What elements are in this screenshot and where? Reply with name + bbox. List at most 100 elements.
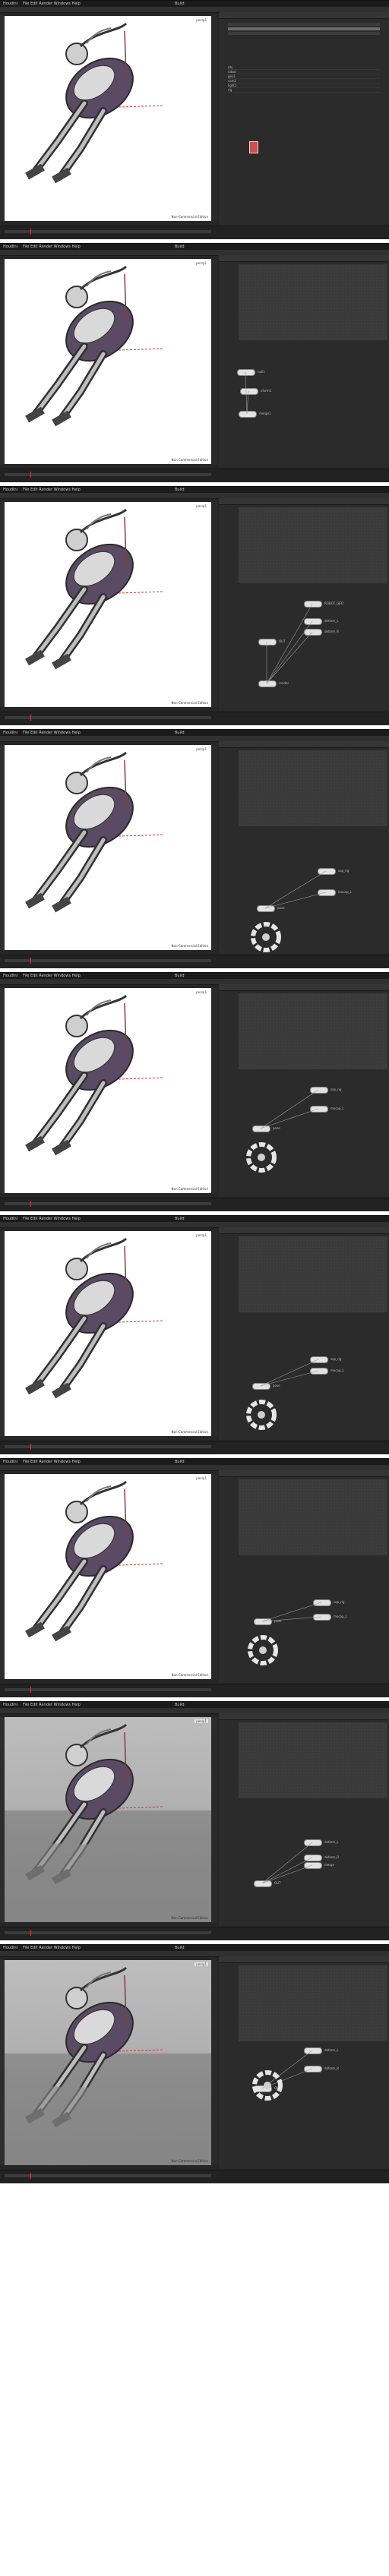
radial-menu-icon[interactable] [251, 922, 281, 952]
time-cursor[interactable] [30, 1930, 31, 1936]
network-node[interactable]: merge [304, 1862, 334, 1869]
network-editor[interactable]: sop_rig mocap_L pose [219, 741, 389, 954]
panel-tabs[interactable] [219, 1956, 389, 1963]
network-node[interactable]: sop_rig [310, 1087, 341, 1094]
network-editor[interactable]: sop_rig mocap_L pose [219, 1470, 389, 1683]
playbar[interactable] [0, 1198, 389, 1211]
main-menu[interactable]: File Edit Render Windows Help [23, 1459, 81, 1465]
pane-menu-item[interactable] [228, 27, 380, 30]
parameter-pane[interactable] [239, 264, 387, 340]
radial-menu-icon[interactable] [246, 1142, 277, 1173]
timeline[interactable] [5, 1445, 211, 1448]
workspace-selector[interactable]: Build [175, 1459, 185, 1465]
playbar[interactable] [0, 1684, 389, 1697]
main-menu[interactable]: File Edit Render Windows Help [23, 1945, 81, 1951]
workspace-selector[interactable]: Build [175, 244, 185, 250]
panel-tabs[interactable] [219, 255, 389, 262]
panel-tabs[interactable] [219, 741, 389, 748]
timeline[interactable] [5, 959, 211, 962]
camera-label[interactable]: persp1 [194, 1962, 208, 1966]
network-editor[interactable]: ROBOT_GEO deform_L deform_R OUT render [219, 498, 389, 711]
playbar[interactable] [0, 2170, 389, 2183]
3d-viewport[interactable]: persp1 Non-Commercial Edition [5, 1231, 211, 1436]
timeline[interactable] [5, 1202, 211, 1205]
3d-viewport[interactable]: persp1 Non-Commercial Edition [5, 745, 211, 950]
display-options-strip[interactable] [211, 988, 217, 1193]
network-node[interactable]: deform_L [304, 1839, 339, 1846]
network-node[interactable]: deform_R [304, 629, 339, 636]
camera-label[interactable]: persp1 [194, 747, 208, 751]
network-node[interactable]: mocap_L [313, 1614, 347, 1621]
time-cursor[interactable] [30, 958, 31, 964]
app-title[interactable]: Houdini [3, 487, 17, 493]
display-options-strip[interactable] [211, 1231, 217, 1436]
parameter-pane[interactable] [239, 1965, 387, 2041]
time-cursor[interactable] [30, 472, 31, 478]
display-options-strip[interactable] [211, 259, 217, 464]
network-node-icon[interactable] [249, 141, 258, 153]
network-node[interactable]: deform_R [304, 2066, 339, 2072]
3d-viewport[interactable]: persp1 Non-Commercial Edition [5, 1717, 211, 1922]
network-node[interactable]: deform_L [304, 2047, 339, 2054]
network-node[interactable]: mocap_L [310, 1368, 344, 1375]
network-node[interactable]: render [258, 680, 289, 687]
parameter-pane[interactable] [239, 750, 387, 826]
network-node[interactable]: sop_rig [310, 1356, 341, 1363]
parameter-pane[interactable] [239, 1236, 387, 1312]
pane-menu-item[interactable] [228, 23, 380, 26]
3d-viewport[interactable]: persp1 Non-Commercial Edition [5, 988, 211, 1193]
workspace-selector[interactable]: Build [175, 1, 185, 7]
workspace-selector[interactable]: Build [175, 730, 185, 736]
camera-label[interactable]: persp1 [194, 261, 208, 265]
radial-menu-icon[interactable] [248, 1635, 278, 1665]
main-menu[interactable]: File Edit Render Windows Help [23, 244, 81, 250]
app-title[interactable]: Houdini [3, 244, 17, 250]
playbar[interactable] [0, 226, 389, 239]
app-title[interactable]: Houdini [3, 1, 17, 7]
3d-viewport[interactable]: persp1 Non-Commercial Edition [5, 1474, 211, 1679]
main-menu[interactable]: File Edit Render Windows Help [23, 1, 81, 7]
main-menu[interactable]: File Edit Render Windows Help [23, 730, 81, 736]
network-node[interactable]: pose [257, 905, 285, 912]
app-title[interactable]: Houdini [3, 973, 17, 979]
network-editor[interactable]: sop_rig mocap_L pose [219, 1227, 389, 1440]
time-cursor[interactable] [30, 2173, 31, 2179]
network-node[interactable]: OUT [258, 639, 286, 646]
time-cursor[interactable] [30, 1201, 31, 1207]
network-node[interactable]: ROBOT_GEO [304, 601, 343, 608]
camera-label[interactable]: persp1 [194, 1233, 208, 1237]
panel-tabs[interactable] [219, 498, 389, 505]
playbar[interactable] [0, 712, 389, 725]
main-menu[interactable]: File Edit Render Windows Help [23, 973, 81, 979]
scene-list-item[interactable]: rig [228, 88, 380, 93]
network-node[interactable]: mocap_L [310, 1106, 344, 1113]
playbar[interactable] [0, 1927, 389, 1940]
network-node[interactable]: mocap_L [318, 889, 352, 896]
panel-tabs[interactable] [219, 1227, 389, 1234]
app-title[interactable]: Houdini [3, 1216, 17, 1222]
network-node[interactable]: pose [252, 1125, 280, 1132]
3d-viewport[interactable]: persp1 Non-Commercial Edition [5, 16, 211, 221]
network-node[interactable]: xform1 [240, 388, 271, 395]
timeline[interactable] [5, 1931, 211, 1934]
camera-label[interactable]: persp1 [194, 1476, 208, 1480]
workspace-selector[interactable]: Build [175, 973, 185, 979]
playbar[interactable] [0, 469, 389, 482]
network-editor[interactable]: deform_L deform_R OUT [219, 1956, 389, 2169]
parameter-pane[interactable] [239, 993, 387, 1069]
camera-label[interactable]: persp1 [194, 18, 208, 22]
timeline[interactable] [5, 230, 211, 233]
camera-label[interactable]: persp1 [194, 1719, 208, 1723]
parameter-pane[interactable] [239, 1722, 387, 1798]
network-editor[interactable]: sop_rig mocap_Lpose [219, 984, 389, 1197]
workspace-selector[interactable]: Build [175, 1945, 185, 1951]
pane-menu[interactable] [228, 23, 380, 53]
3d-viewport[interactable]: persp1 Non-Commercial Edition [5, 1960, 211, 2165]
playbar[interactable] [0, 1441, 389, 1454]
network-editor[interactable]: obj robot geo1 cam1 light1 rig [219, 12, 389, 225]
playbar[interactable] [0, 955, 389, 968]
panel-tabs[interactable] [219, 1713, 389, 1720]
time-cursor[interactable] [30, 1444, 31, 1450]
panel-tabs[interactable] [219, 1470, 389, 1477]
network-node[interactable]: merge1 [239, 411, 270, 418]
